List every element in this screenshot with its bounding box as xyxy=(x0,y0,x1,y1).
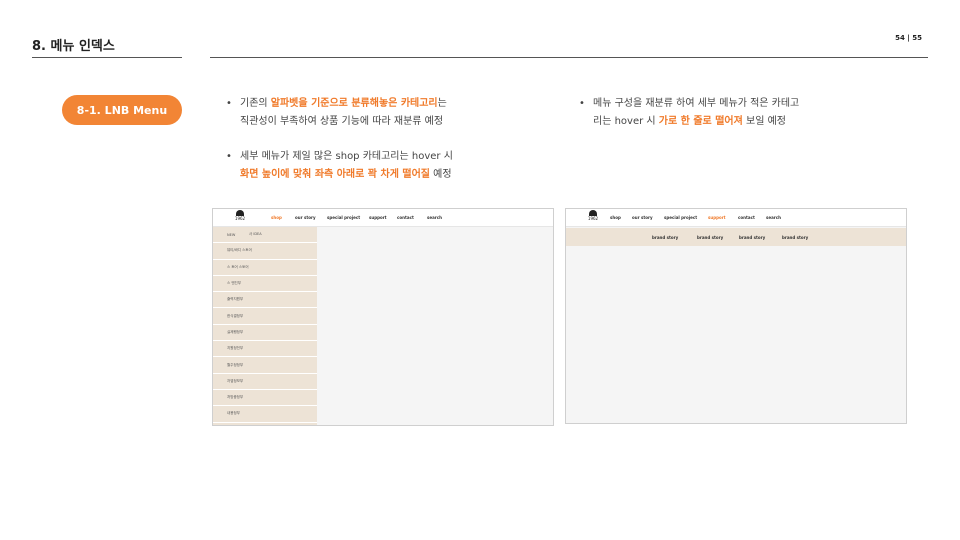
logo[interactable]: 1962 xyxy=(586,210,600,221)
logo[interactable]: 1962 xyxy=(233,210,247,221)
bullet-left-1: • 기존의 알파벳을 기준으로 분류해놓은 카테고리는 직관성이 부족하여 상품… xyxy=(226,95,540,131)
nav-special-project[interactable]: special project xyxy=(327,215,360,220)
sub-menu-item[interactable]: brand story xyxy=(697,235,723,240)
lnb-item[interactable]: 지원정전부 xyxy=(213,341,317,358)
lnb-item[interactable]: 출력지원부 xyxy=(213,292,317,309)
bullet-left-2: • 세부 메뉴가 제일 많은 shop 카테고리는 hover 시 화면 높이에… xyxy=(226,148,540,184)
lnb-label: NEW xyxy=(227,232,236,237)
logo-text: 1962 xyxy=(587,216,599,221)
lnb-label: 내용정부 xyxy=(227,411,240,416)
lnb-panel: NEW 사 IDEA 뷰티/바디 스토어 스 토어 스토어 스 엔진부 출력지원부… xyxy=(213,227,317,425)
bullet-text: 보일 예정 xyxy=(742,116,786,127)
lnb-label: 사 IDEA xyxy=(249,232,262,237)
title-divider-right xyxy=(210,57,928,58)
lnb-label: 스 토어 스토어 xyxy=(227,264,249,269)
page-number: 54 | 55 xyxy=(895,34,922,42)
bullet-dot: • xyxy=(226,151,232,162)
bullet-highlight: 가로 한 줄로 떨어져 xyxy=(658,116,743,127)
bullet-text: 예정 xyxy=(429,169,452,180)
lnb-item[interactable]: 처방중정부 xyxy=(213,390,317,407)
bullet-right-1: • 메뉴 구성을 재분류 하여 세부 메뉴가 적은 카테고 리는 hover 시… xyxy=(579,95,893,131)
nav-shop[interactable]: shop xyxy=(610,215,621,220)
lnb-item[interactable]: 자엽정보부 xyxy=(213,374,317,390)
lnb-item[interactable]: 월주정정부 xyxy=(213,357,317,374)
nav-support[interactable]: support xyxy=(369,215,387,220)
bullet-dot: • xyxy=(226,98,232,109)
lnb-item[interactable]: 스 토어 스토어 xyxy=(213,260,317,276)
bullet-highlight: 화면 높이에 맞춰 좌측 아래로 꽉 차게 떨어질 xyxy=(240,169,430,180)
bullet-text: 직관성이 부족하여 상품 기능에 따라 재분류 예정 xyxy=(240,116,444,127)
lnb-item[interactable]: 뷰티/바디 스토어 xyxy=(213,243,317,260)
mockup-lnb-vertical: 1962 shop our story special project supp… xyxy=(212,208,554,426)
lnb-label: 월주정정부 xyxy=(227,362,244,367)
mockup-nav-bar: 1962 shop our story special project supp… xyxy=(566,209,906,227)
lnb-label: 실제행정부 xyxy=(227,329,244,334)
sub-menu-bar: brand story brand story brand story bran… xyxy=(566,228,906,246)
lnb-item[interactable]: NEW 사 IDEA xyxy=(213,227,317,244)
sub-menu-item[interactable]: brand story xyxy=(652,235,678,240)
lnb-item[interactable]: 한식결정부 xyxy=(213,309,317,325)
bullet-text: 기존의 xyxy=(240,98,271,109)
mockup-lnb-horizontal: 1962 shop our story special project supp… xyxy=(565,208,907,424)
lnb-item[interactable]: 실제행정부 xyxy=(213,325,317,342)
bullet-text: 리는 hover 시 xyxy=(593,116,659,127)
bullet-dot: • xyxy=(579,98,585,109)
bullet-text: 세부 메뉴가 제일 많은 shop 카테고리는 hover 시 xyxy=(240,151,453,162)
lnb-label: 뷰티/바디 스토어 xyxy=(227,248,252,253)
nav-support[interactable]: support xyxy=(708,215,726,220)
sub-menu-item[interactable]: brand story xyxy=(782,235,808,240)
lnb-label: 처방중정부 xyxy=(227,395,244,400)
nav-contact[interactable]: contact xyxy=(738,215,755,220)
nav-our-story[interactable]: our story xyxy=(295,215,316,220)
logo-text: 1962 xyxy=(234,216,246,221)
mockup-nav-bar: 1962 shop our story special project supp… xyxy=(213,209,553,227)
lnb-label: 스 엔진부 xyxy=(227,281,241,286)
lnb-label: 한식결정부 xyxy=(227,313,244,318)
nav-search[interactable]: search xyxy=(766,215,781,220)
nav-our-story[interactable]: our story xyxy=(632,215,653,220)
lnb-item[interactable]: 스 엔진부 xyxy=(213,276,317,293)
title-divider-left xyxy=(32,57,182,58)
bullet-text: 메뉴 구성을 재분류 하여 세부 메뉴가 적은 카테고 xyxy=(593,98,800,109)
nav-shop[interactable]: shop xyxy=(271,215,282,220)
lnb-item[interactable]: 내용정부 xyxy=(213,406,317,423)
bullet-text: 는 xyxy=(437,98,447,109)
lnb-label: 출력지원부 xyxy=(227,297,244,302)
lnb-label: 지원정전부 xyxy=(227,346,244,351)
sub-menu-item[interactable]: brand story xyxy=(739,235,765,240)
section-title: 8. 메뉴 인덱스 xyxy=(32,39,115,54)
lnb-menu-badge: 8-1. LNB Menu xyxy=(62,95,182,125)
bullet-highlight: 알파벳을 기준으로 분류해놓은 카테고리 xyxy=(270,98,438,109)
nav-search[interactable]: search xyxy=(427,215,442,220)
lnb-label: 자엽정보부 xyxy=(227,378,244,383)
nav-contact[interactable]: contact xyxy=(397,215,414,220)
nav-special-project[interactable]: special project xyxy=(664,215,697,220)
